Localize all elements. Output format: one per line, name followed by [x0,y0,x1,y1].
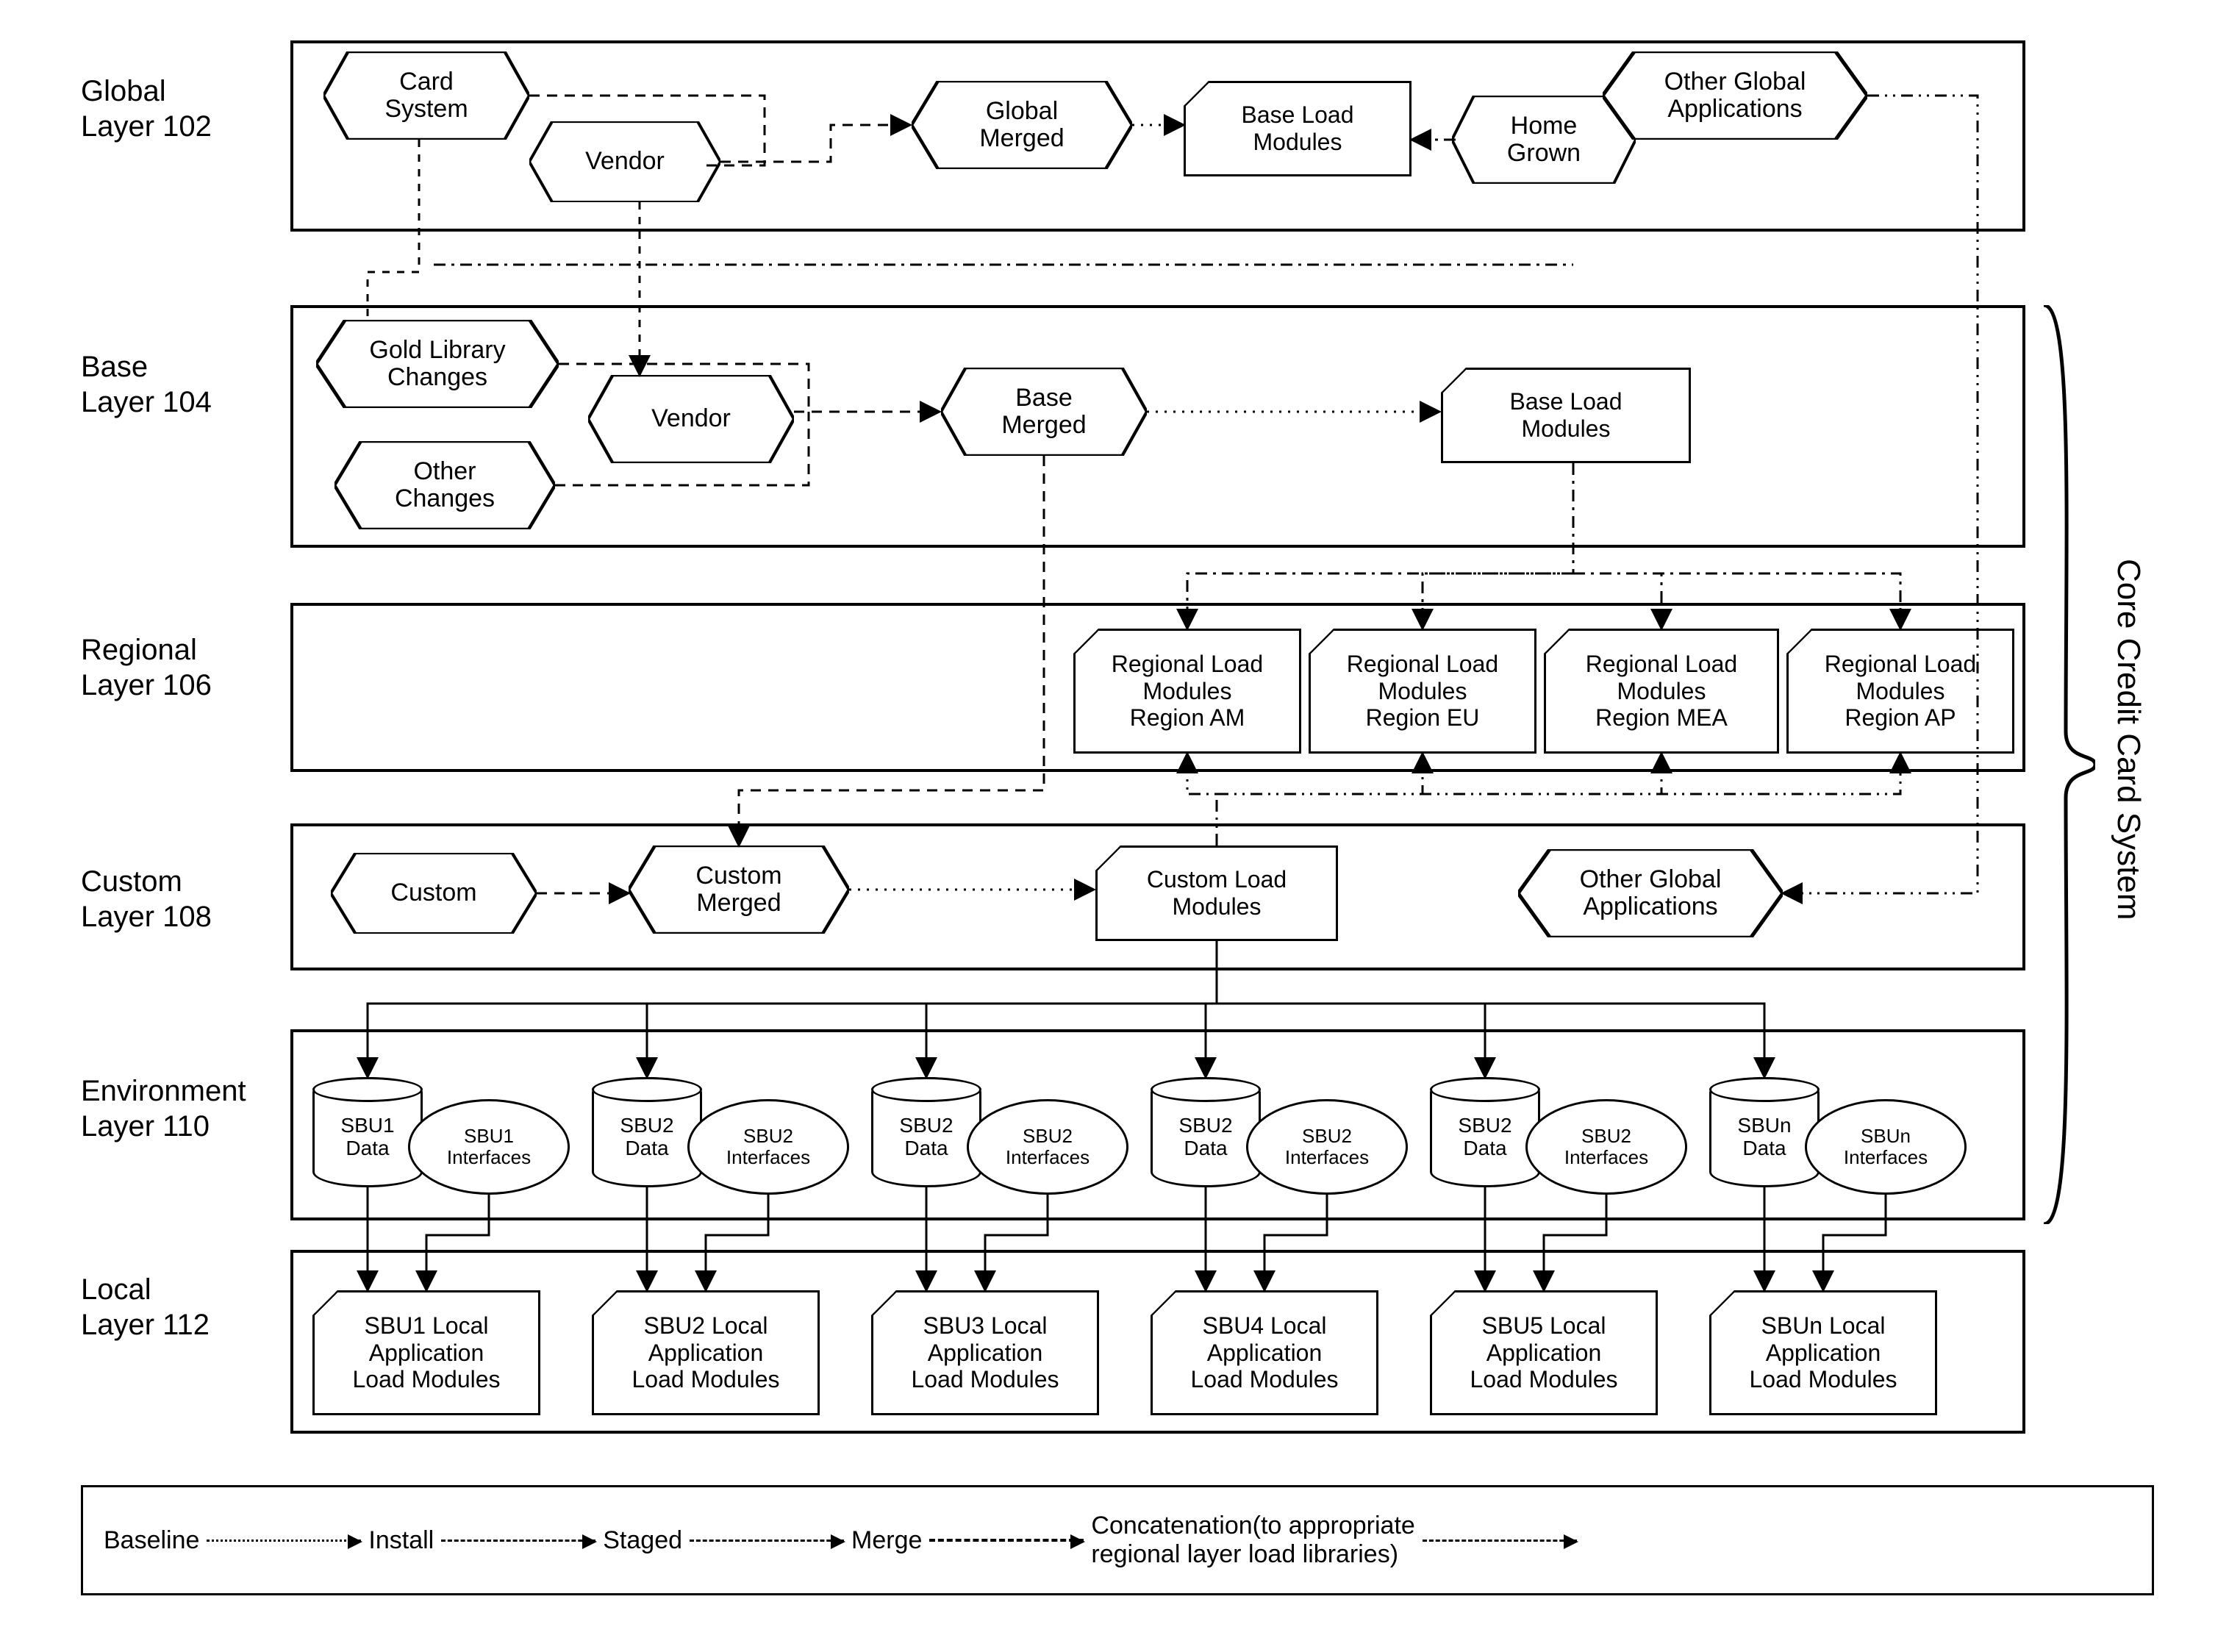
legend-install: Install [368,1526,595,1555]
label-custom-layer: Custom Layer 108 [81,864,212,934]
mod-region-ap: Regional Load Modules Region AP [1786,629,2014,754]
ell-sbu4-interfaces: SBU2 Interfaces [1246,1099,1408,1195]
arrow-icon [690,1540,844,1542]
label-core-credit-card-system: Core Credit Card System [2110,559,2147,920]
hex-custom-merged: Custom Merged [629,845,849,934]
mod-custom-load: Custom Load Modules [1095,845,1338,941]
ell-sbu5-interfaces: SBU2 Interfaces [1525,1099,1687,1195]
legend-staged: Staged [603,1526,844,1555]
mod-sbu3-local: SBU3 Local Application Load Modules [871,1290,1099,1415]
arrow-icon [441,1540,595,1542]
label-environment-layer: Environment Layer 110 [81,1073,246,1144]
mod-region-am: Regional Load Modules Region AM [1073,629,1301,754]
arrow-icon [207,1540,361,1542]
hex-global-merged: Global Merged [912,81,1132,169]
arrow-icon [929,1539,1084,1542]
label-global-layer: Global Layer 102 [81,74,212,144]
cyl-sbu3-data: SBU2 Data [871,1077,981,1187]
arrow-icon [1423,1540,1577,1542]
mod-region-eu: Regional Load Modules Region EU [1309,629,1536,754]
legend-concat: Concatenation(to appropriate regional la… [1091,1512,1576,1569]
mod-global-base-load: Base Load Modules [1184,81,1412,176]
cyl-sbu5-data: SBU2 Data [1430,1077,1540,1187]
cyl-sbu2-data: SBU2 Data [592,1077,702,1187]
label-base-layer: Base Layer 104 [81,349,212,420]
hex-card-system: Card System [323,51,529,140]
hex-other-global-apps-top: Other Global Applications [1603,51,1867,140]
legend-merge: Merge [851,1526,1084,1555]
mod-sbu5-local: SBU5 Local Application Load Modules [1430,1290,1658,1415]
hex-custom: Custom [331,853,537,934]
label-local-layer: Local Layer 112 [81,1272,210,1342]
cyl-sbu4-data: SBU2 Data [1151,1077,1261,1187]
hex-base-merged: Base Merged [941,368,1147,456]
ell-sbun-interfaces: SBUn Interfaces [1805,1099,1967,1195]
diagram-stage: Global Layer 102 Base Layer 104 Regional… [0,0,2229,1652]
mod-region-mea: Regional Load Modules Region MEA [1544,629,1779,754]
brace-core-system [2036,305,2095,1224]
cyl-sbu1-data: SBU1 Data [312,1077,423,1187]
hex-gold-library-changes: Gold Library Changes [316,320,559,408]
hex-other-global-apps-custom: Other Global Applications [1518,849,1783,937]
hex-vendor-base: Vendor [588,375,794,463]
ell-sbu3-interfaces: SBU2 Interfaces [967,1099,1128,1195]
ell-sbu1-interfaces: SBU1 Interfaces [408,1099,570,1195]
cyl-sbun-data: SBUn Data [1709,1077,1820,1187]
mod-sbu2-local: SBU2 Local Application Load Modules [592,1290,820,1415]
legend: Baseline Install Staged Merge Concatenat… [81,1485,2154,1595]
label-regional-layer: Regional Layer 106 [81,632,212,703]
hex-other-changes: Other Changes [334,441,555,529]
legend-baseline: Baseline [104,1526,361,1555]
mod-sbun-local: SBUn Local Application Load Modules [1709,1290,1937,1415]
mod-base-load: Base Load Modules [1441,368,1691,463]
mod-sbu4-local: SBU4 Local Application Load Modules [1151,1290,1378,1415]
ell-sbu2-interfaces: SBU2 Interfaces [687,1099,849,1195]
mod-sbu1-local: SBU1 Local Application Load Modules [312,1290,540,1415]
hex-vendor-global: Vendor [529,121,720,202]
